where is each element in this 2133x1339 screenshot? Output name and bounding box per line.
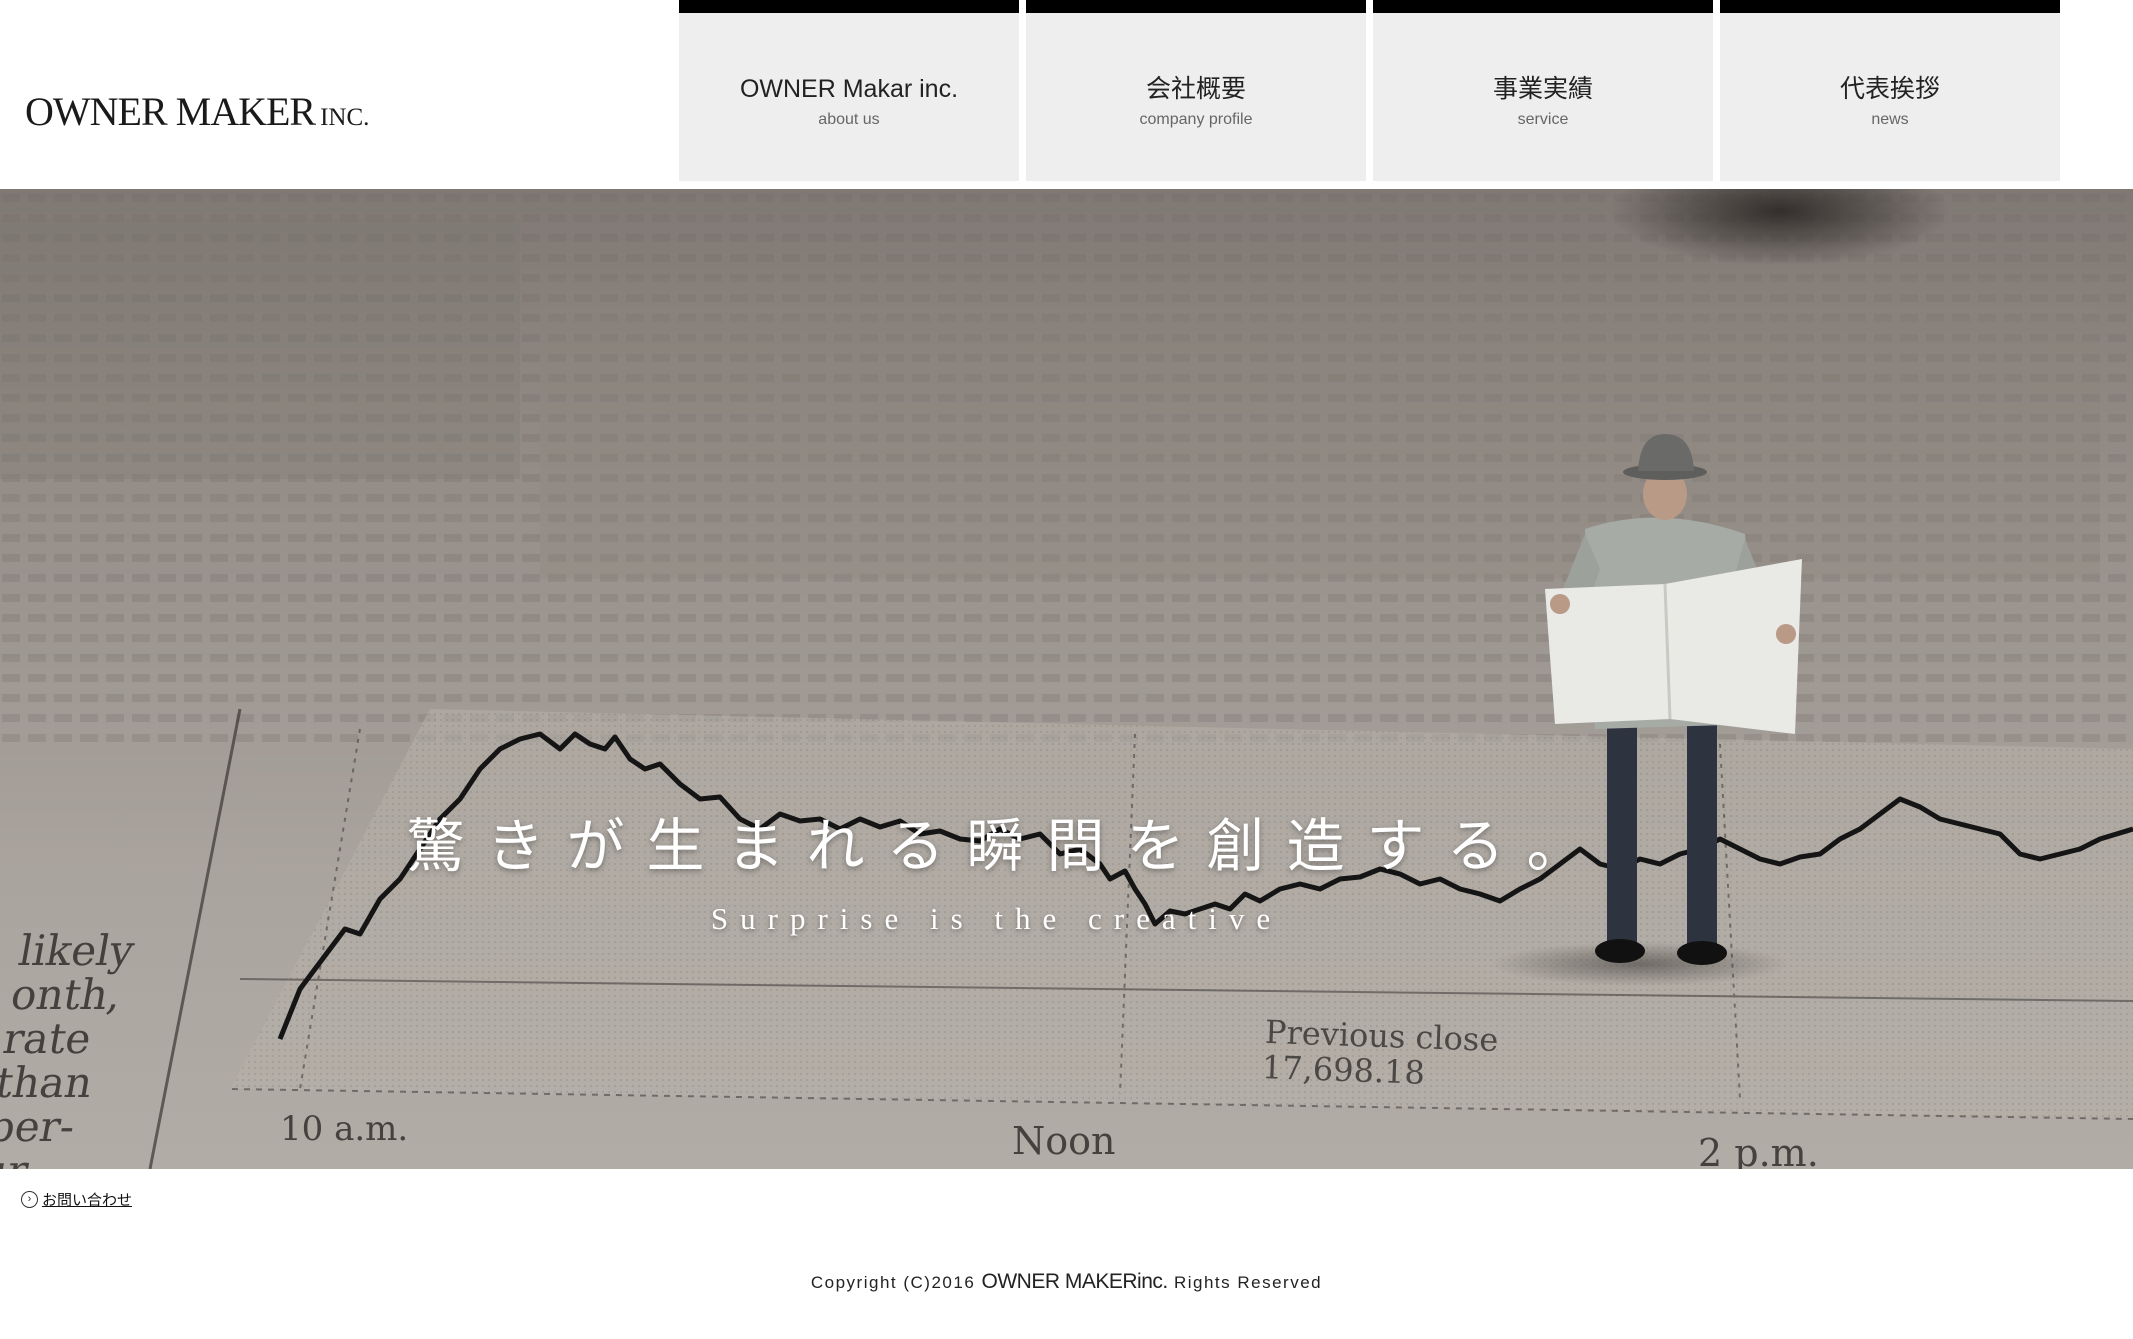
nav-item-sublabel: service xyxy=(1517,110,1569,128)
column-line: ur- xyxy=(0,1146,194,1169)
chart-close-value: 17,698.18 xyxy=(1261,1048,1426,1092)
contact-link-label: お問い合わせ xyxy=(42,1192,133,1209)
chevron-right-circle-icon: › xyxy=(21,1191,38,1208)
nav-item-service[interactable]: 事業実績 service xyxy=(1373,0,1713,181)
site-header: OWNER MAKER INC. OWNER Makar inc. about … xyxy=(0,0,2133,189)
copyright-prefix: Copyright (C)2016 xyxy=(810,1273,976,1292)
company-logo[interactable]: OWNER MAKER INC. xyxy=(25,88,369,138)
column-line: onth, xyxy=(7,970,126,1019)
main-nav: OWNER Makar inc. about us 会社概要 company p… xyxy=(679,0,2060,181)
hero-background-image xyxy=(0,189,2133,1169)
contact-link[interactable]: › お問い合わせ xyxy=(21,1189,132,1210)
column-line: rate xyxy=(0,1014,96,1063)
nav-item-label: 事業実績 xyxy=(1492,74,1593,103)
logo-main-text: OWNER MAKER xyxy=(25,89,316,134)
hero-subtitle: Surprise is the creative xyxy=(710,901,1283,936)
nav-item-about[interactable]: OWNER Makar inc. about us xyxy=(679,0,1019,181)
copyright-text: Copyright (C)2016 OWNER MAKERinc. Rights… xyxy=(0,1270,2133,1294)
chart-time-label: 10 a.m. xyxy=(280,1109,409,1149)
hero-title: 驚きが生まれる瞬間を創造する。 xyxy=(406,812,1607,880)
chart-time-label: 2 p.m. xyxy=(1698,1131,1819,1169)
nav-item-news[interactable]: 代表挨拶 news xyxy=(1720,0,2060,181)
copyright-brand: OWNER MAKERinc. xyxy=(981,1270,1169,1293)
nav-item-label: 会社概要 xyxy=(1145,74,1246,103)
copyright-suffix: Rights Reserved xyxy=(1173,1273,1323,1292)
nav-item-label: OWNER Makar inc. xyxy=(739,74,959,103)
column-line: per- xyxy=(0,1102,79,1151)
nav-item-sublabel: about us xyxy=(818,110,880,128)
chart-time-label: Noon xyxy=(1012,1119,1116,1163)
hero-banner: likely onth, rate than per- ur- Previous… xyxy=(0,189,2133,1169)
nav-item-sublabel: company profile xyxy=(1139,110,1253,128)
nav-item-sublabel: news xyxy=(1871,110,1909,128)
nav-item-company-profile[interactable]: 会社概要 company profile xyxy=(1026,0,1366,181)
logo-suffix-text: INC. xyxy=(320,104,370,131)
nav-item-label: 代表挨拶 xyxy=(1839,74,1940,103)
column-line: than xyxy=(0,1058,97,1107)
